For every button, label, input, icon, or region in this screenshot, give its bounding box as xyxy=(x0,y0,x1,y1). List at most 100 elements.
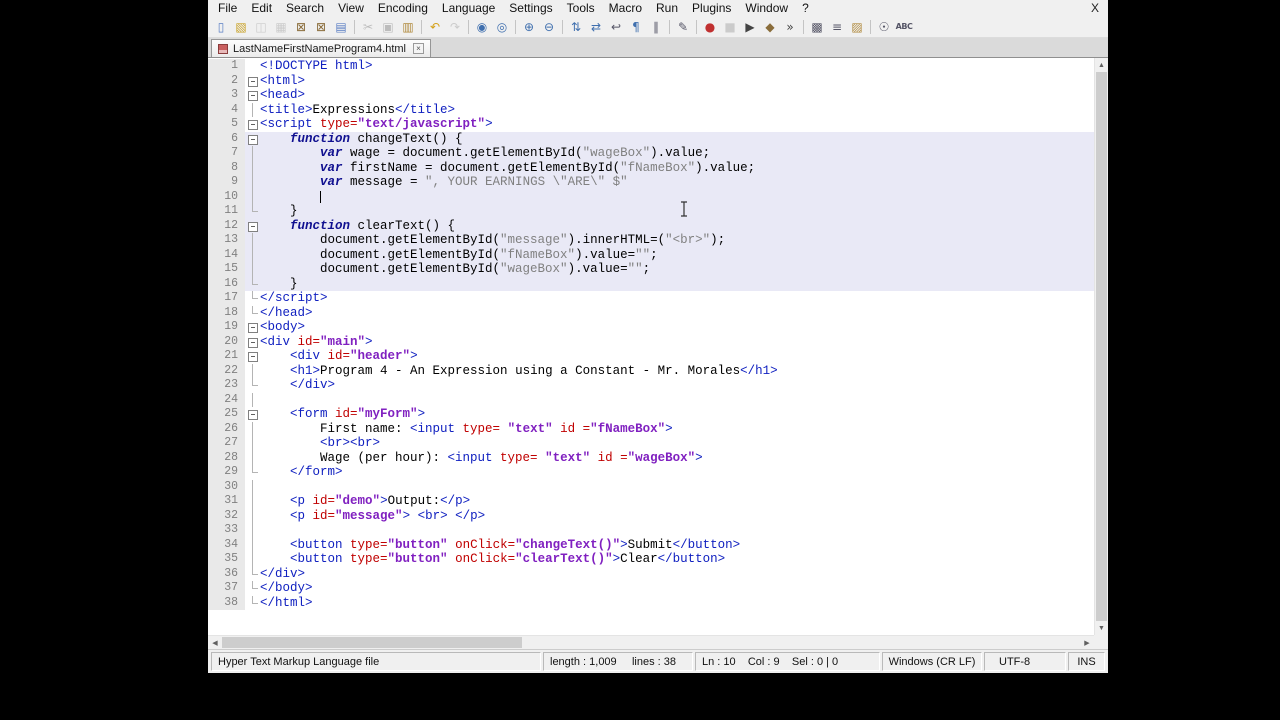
macro-run-multiple-icon[interactable]: » xyxy=(781,18,799,36)
fold-toggle-icon[interactable] xyxy=(245,218,260,233)
menu-view[interactable]: View xyxy=(331,0,371,16)
code-line-12[interactable]: 12 function clearText() { xyxy=(208,218,1094,233)
code-line-29[interactable]: 29 </form> xyxy=(208,465,1094,480)
vertical-scrollbar-thumb[interactable] xyxy=(1096,72,1107,621)
vertical-scrollbar[interactable]: ▲ ▼ xyxy=(1094,58,1108,635)
word-wrap-icon[interactable]: ↩ xyxy=(607,18,625,36)
save-all-icon[interactable]: ▦ xyxy=(272,18,290,36)
document-list-icon[interactable]: ≡ xyxy=(828,18,846,36)
code-line-28[interactable]: 28 Wage (per hour): <input type= "text" … xyxy=(208,450,1094,465)
code-line-21[interactable]: 21 <div id="header"> xyxy=(208,349,1094,364)
menu-language[interactable]: Language xyxy=(435,0,502,16)
fold-toggle-icon[interactable] xyxy=(245,131,260,146)
macro-play-icon[interactable]: ▶ xyxy=(741,18,759,36)
window-close-button[interactable]: X xyxy=(1091,0,1099,16)
menu-tools[interactable]: Tools xyxy=(560,0,602,16)
code-line-20[interactable]: 20 <div id="main"> xyxy=(208,334,1094,350)
code-line-33[interactable]: 33 xyxy=(208,523,1094,538)
scroll-up-icon[interactable]: ▲ xyxy=(1095,58,1108,72)
new-file-icon[interactable]: ▯ xyxy=(212,18,230,36)
code-line-25[interactable]: 25 <form id="myForm"> xyxy=(208,407,1094,422)
macro-save-icon[interactable]: ◆ xyxy=(761,18,779,36)
redo-icon[interactable]: ↷ xyxy=(446,18,464,36)
open-file-icon[interactable]: ▧ xyxy=(232,18,250,36)
menu-macro[interactable]: Macro xyxy=(602,0,649,16)
code-line-24[interactable]: 24 xyxy=(208,392,1094,407)
code-line-15[interactable]: 15 document.getElementById("wageBox").va… xyxy=(208,262,1094,277)
code-line-22[interactable]: 22 <h1>Program 4 - An Expression using a… xyxy=(208,363,1094,378)
horizontal-scrollbar-thumb[interactable] xyxy=(222,637,522,648)
menu-search[interactable]: Search xyxy=(279,0,331,16)
code-line-38[interactable]: 38 </html> xyxy=(208,595,1094,610)
indent-guide-icon[interactable]: ∥ xyxy=(647,18,665,36)
spell-check-icon[interactable]: ABC xyxy=(895,18,913,36)
folder-as-workspace-icon[interactable]: ▨ xyxy=(848,18,866,36)
monitoring-icon[interactable]: ☉ xyxy=(875,18,893,36)
find-icon[interactable]: ◉ xyxy=(473,18,491,36)
code-line-16[interactable]: 16 } xyxy=(208,276,1094,291)
code-line-32[interactable]: 32 <p id="message"> <br> </p> xyxy=(208,508,1094,523)
show-all-characters-icon[interactable]: ¶ xyxy=(627,18,645,36)
fold-toggle-icon[interactable] xyxy=(245,349,260,364)
code-line-14[interactable]: 14 document.getElementById("fNameBox").v… xyxy=(208,247,1094,262)
undo-icon[interactable]: ↶ xyxy=(426,18,444,36)
code-line-23[interactable]: 23 </div> xyxy=(208,378,1094,393)
code-line-5[interactable]: 5 <script type="text/javascript"> xyxy=(208,117,1094,132)
code-line-35[interactable]: 35 <button type="button" onClick="clearT… xyxy=(208,552,1094,567)
fold-toggle-icon[interactable] xyxy=(245,74,260,89)
code-line-7[interactable]: 7 var wage = document.getElementById("wa… xyxy=(208,146,1094,161)
code-line-19[interactable]: 19 <body> xyxy=(208,320,1094,335)
menu-plugins[interactable]: Plugins xyxy=(685,0,738,16)
code-line-13[interactable]: 13 document.getElementById("message").in… xyxy=(208,233,1094,248)
scroll-left-icon[interactable]: ◀ xyxy=(208,639,222,647)
code-line-11[interactable]: 11 } xyxy=(208,204,1094,219)
code-line-37[interactable]: 37 </body> xyxy=(208,581,1094,596)
menu-edit[interactable]: Edit xyxy=(244,0,279,16)
code-line-18[interactable]: 18 </head> xyxy=(208,305,1094,320)
print-icon[interactable]: ▤ xyxy=(332,18,350,36)
close-all-icon[interactable]: ⊠ xyxy=(312,18,330,36)
macro-record-icon[interactable]: ● xyxy=(701,18,719,36)
document-map-icon[interactable]: ▩ xyxy=(808,18,826,36)
code-line-2[interactable]: 2 <html> xyxy=(208,73,1094,89)
user-defined-dialog-icon[interactable]: ✎ xyxy=(674,18,692,36)
cut-icon[interactable]: ✂ xyxy=(359,18,377,36)
code-line-8[interactable]: 8 var firstName = document.getElementByI… xyxy=(208,160,1094,175)
sync-vertical-icon[interactable]: ⇅ xyxy=(567,18,585,36)
sync-horizontal-icon[interactable]: ⇄ xyxy=(587,18,605,36)
menu-settings[interactable]: Settings xyxy=(502,0,559,16)
zoom-in-icon[interactable]: ⊕ xyxy=(520,18,538,36)
macro-stop-icon[interactable]: ■ xyxy=(721,18,739,36)
code-line-34[interactable]: 34 <button type="button" onClick="change… xyxy=(208,537,1094,552)
code-area[interactable]: 1 <!DOCTYPE html> 2 <html> 3 <head> 4 <title>Ex… xyxy=(208,58,1094,635)
code-line-3[interactable]: 3 <head> xyxy=(208,88,1094,103)
menu-run[interactable]: Run xyxy=(649,0,685,16)
code-line-36[interactable]: 36 </div> xyxy=(208,566,1094,581)
code-line-31[interactable]: 31 <p id="demo">Output:</p> xyxy=(208,494,1094,509)
scroll-down-icon[interactable]: ▼ xyxy=(1095,621,1108,635)
menu-encoding[interactable]: Encoding xyxy=(371,0,435,16)
horizontal-scrollbar[interactable]: ◀ ▶ xyxy=(208,635,1094,649)
menu-file[interactable]: File xyxy=(211,0,244,16)
zoom-out-icon[interactable]: ⊖ xyxy=(540,18,558,36)
code-line-26[interactable]: 26 First name: <input type= "text" id ="… xyxy=(208,421,1094,436)
fold-toggle-icon[interactable] xyxy=(245,117,260,132)
tab-active[interactable]: LastNameFirstNameProgram4.html × xyxy=(211,39,431,57)
fold-toggle-icon[interactable] xyxy=(245,407,260,422)
menu-window[interactable]: Window xyxy=(738,0,795,16)
code-line-1[interactable]: 1 <!DOCTYPE html> xyxy=(208,59,1094,74)
code-line-6[interactable]: 6 function changeText() { xyxy=(208,131,1094,146)
scroll-right-icon[interactable]: ▶ xyxy=(1080,639,1094,647)
code-line-30[interactable]: 30 xyxy=(208,479,1094,494)
fold-toggle-icon[interactable] xyxy=(245,320,260,335)
paste-icon[interactable]: ▥ xyxy=(399,18,417,36)
code-line-27[interactable]: 27 <br><br> xyxy=(208,436,1094,451)
code-line-4[interactable]: 4 <title>Expressions</title> xyxy=(208,102,1094,117)
code-line-10[interactable]: 10 xyxy=(208,189,1094,204)
replace-icon[interactable]: ◎ xyxy=(493,18,511,36)
code-line-17[interactable]: 17 </script> xyxy=(208,291,1094,306)
fold-toggle-icon[interactable] xyxy=(245,88,260,103)
menu-help[interactable]: ? xyxy=(795,0,816,16)
save-icon[interactable]: ◫ xyxy=(252,18,270,36)
fold-toggle-icon[interactable] xyxy=(245,335,260,350)
